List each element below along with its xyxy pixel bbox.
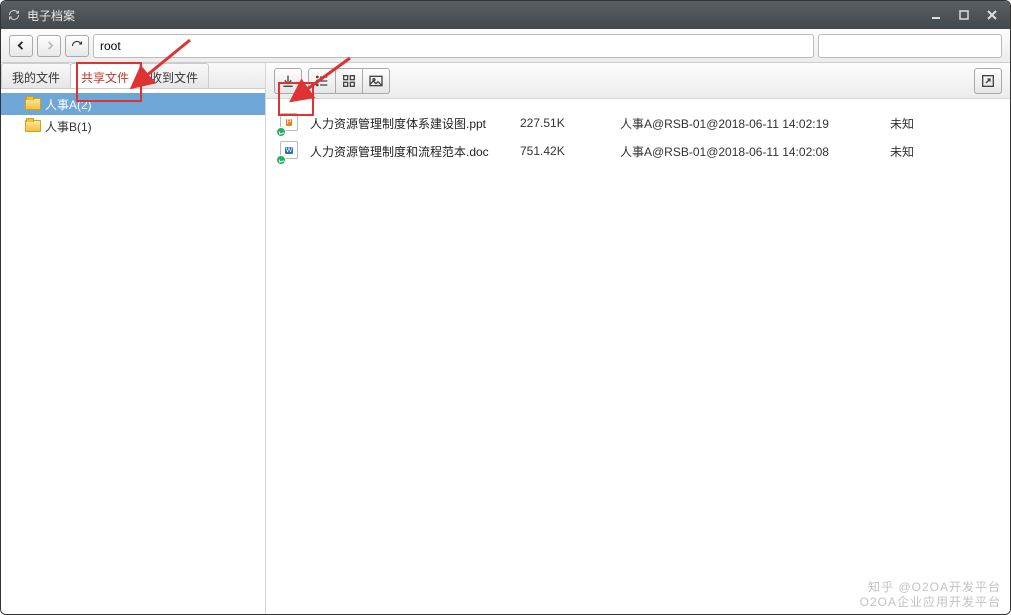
minimize-button[interactable] <box>924 5 948 25</box>
share-badge-icon <box>276 155 286 165</box>
file-icon: P <box>280 113 300 133</box>
tree-item-label: 人事A(2) <box>45 96 92 113</box>
path-input[interactable]: root <box>93 34 814 58</box>
file-size: 227.51K <box>520 116 610 130</box>
window-title: 电子档案 <box>27 7 924 24</box>
main-panel: P 人力资源管理制度体系建设图.ppt 227.51K 人事A@RSB-01@2… <box>266 63 1010 614</box>
file-row[interactable]: W 人力资源管理制度和流程范本.doc 751.42K 人事A@RSB-01@2… <box>280 137 996 165</box>
refresh-icon <box>7 8 21 22</box>
path-text: root <box>100 39 121 53</box>
tree-item[interactable]: 人事B(1) <box>1 115 265 137</box>
view-image-button[interactable] <box>362 68 390 94</box>
tree-item-label: 人事B(1) <box>45 118 92 135</box>
folder-icon <box>25 120 41 132</box>
expand-button[interactable] <box>974 68 1002 94</box>
maximize-button[interactable] <box>952 5 976 25</box>
close-button[interactable] <box>980 5 1004 25</box>
tab-my-files[interactable]: 我的文件 <box>1 63 71 88</box>
file-name: 人力资源管理制度体系建设图.ppt <box>310 115 510 132</box>
folder-icon <box>25 98 41 110</box>
view-list-button[interactable] <box>308 68 336 94</box>
search-input[interactable] <box>818 34 1002 58</box>
file-icon: W <box>280 141 300 161</box>
file-status: 未知 <box>890 143 940 160</box>
sidebar-tabs: 我的文件 共享文件 收到文件 <box>1 63 265 89</box>
file-status: 未知 <box>890 115 940 132</box>
folder-tree: 人事A(2) 人事B(1) <box>1 89 265 614</box>
title-bar: 电子档案 <box>1 1 1010 29</box>
tree-item[interactable]: 人事A(2) <box>1 93 265 115</box>
back-button[interactable] <box>9 35 33 57</box>
view-grid-button[interactable] <box>335 68 363 94</box>
file-size: 751.42K <box>520 144 610 158</box>
nav-toolbar: root <box>1 29 1010 63</box>
reload-button[interactable] <box>65 35 89 57</box>
tab-received-files[interactable]: 收到文件 <box>139 63 209 88</box>
share-badge-icon <box>276 127 286 137</box>
tab-shared-files[interactable]: 共享文件 <box>70 63 140 88</box>
file-meta: 人事A@RSB-01@2018-06-11 14:02:08 <box>620 143 880 160</box>
file-meta: 人事A@RSB-01@2018-06-11 14:02:19 <box>620 115 880 132</box>
file-toolbar <box>266 63 1010 99</box>
download-button[interactable] <box>274 68 302 94</box>
forward-button[interactable] <box>37 35 61 57</box>
file-list: P 人力资源管理制度体系建设图.ppt 227.51K 人事A@RSB-01@2… <box>266 99 1010 614</box>
file-row[interactable]: P 人力资源管理制度体系建设图.ppt 227.51K 人事A@RSB-01@2… <box>280 109 996 137</box>
file-name: 人力资源管理制度和流程范本.doc <box>310 143 510 160</box>
sidebar: 我的文件 共享文件 收到文件 人事A(2) 人事B(1) <box>1 63 266 614</box>
